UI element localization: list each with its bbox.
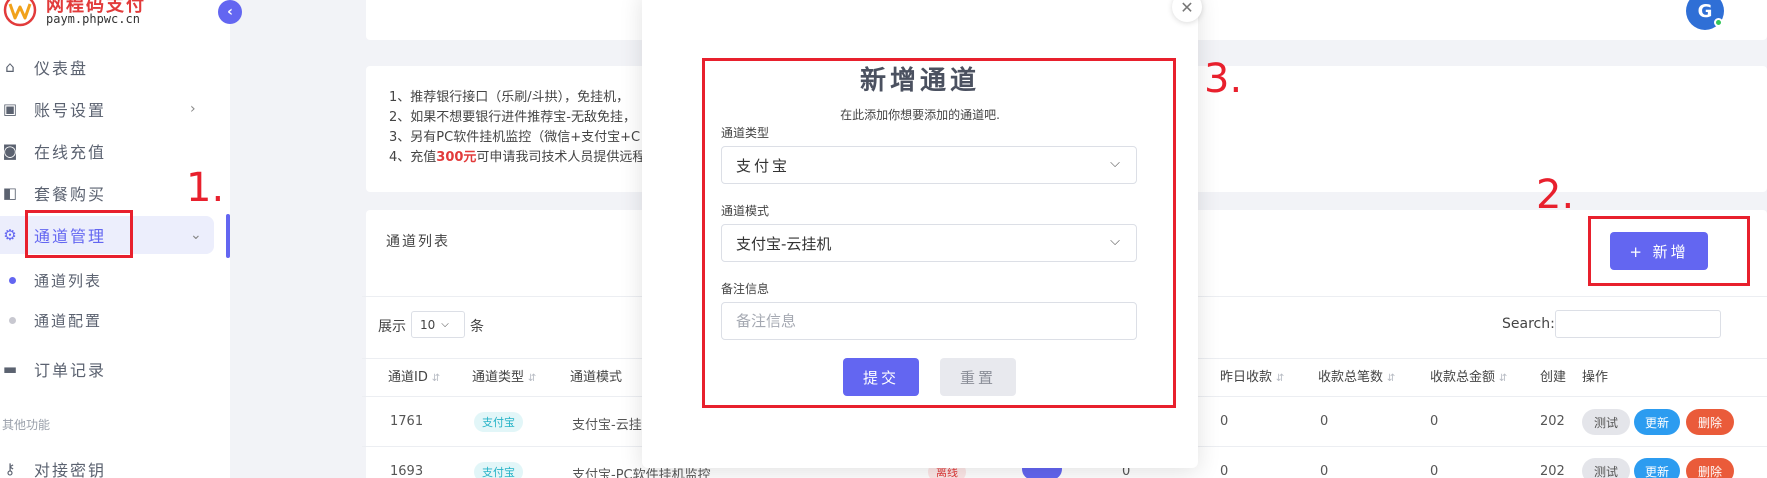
column-header-type[interactable]: 通道类型 ⇵ — [472, 366, 536, 385]
cell-count: 0 — [1320, 414, 1329, 429]
sidebar-item-label: 仪表盘 — [34, 59, 89, 78]
shopping-bag-icon: ◧ — [2, 184, 20, 202]
bullet-icon — [9, 316, 16, 324]
sort-icon: ⇵ — [1499, 373, 1508, 384]
sidebar-item-label: 账号设置 — [34, 101, 107, 120]
sidebar-item-label: 对接密钥 — [34, 461, 107, 478]
account-card-icon: ▣ — [2, 100, 20, 118]
annotation-box-step3 — [702, 58, 1176, 408]
test-button[interactable]: 测试 — [1582, 458, 1630, 478]
chevron-down-icon: ⌵ — [441, 319, 449, 330]
page-size-unit: 条 — [470, 319, 484, 335]
cell-id: 1693 — [390, 464, 424, 478]
sidebar-item-package-purchase[interactable]: ◧ 套餐购买 — [0, 174, 214, 212]
test-button[interactable]: 测试 — [1582, 409, 1630, 435]
column-header-created[interactable]: 创建 — [1540, 366, 1566, 385]
page-size-select[interactable]: 10 ⌵ — [411, 311, 465, 338]
chevron-down-icon: ⌄ — [190, 227, 204, 243]
sidebar-subitem-label: 通道列表 — [34, 271, 103, 290]
sort-icon: ⇵ — [528, 373, 537, 384]
section-title-other: 其他功能 — [2, 418, 51, 432]
sort-icon: ⇵ — [431, 373, 441, 384]
notice-amount: 300元 — [436, 150, 477, 165]
channel-type-badge: 支付宝 — [474, 412, 523, 432]
cell-created: 202 — [1540, 464, 1565, 478]
delete-button[interactable]: 删除 — [1686, 409, 1734, 435]
home-icon: ⌂ — [5, 58, 17, 76]
cell-amount: 0 — [1430, 464, 1439, 478]
sidebar-item-dashboard[interactable]: ⌂ 仪表盘 — [0, 48, 214, 86]
sidebar-collapse-button[interactable]: ‹ — [218, 0, 242, 24]
camera-icon: ◙ — [2, 142, 20, 160]
sidebar-item-label: 订单记录 — [34, 361, 107, 380]
channel-type-badge: 支付宝 — [474, 462, 523, 478]
update-button[interactable]: 更新 — [1634, 409, 1680, 435]
key-icon: ⚷ — [4, 460, 18, 478]
annotation-step3: 3. — [1204, 56, 1243, 102]
cell-count: 0 — [1320, 464, 1329, 478]
cell-id: 1761 — [390, 414, 424, 429]
sidebar-item-online-recharge[interactable]: ◙ 在线充值 — [0, 132, 214, 170]
cell-amount: 0 — [1430, 414, 1439, 429]
column-header-ops: 操作 — [1582, 370, 1609, 385]
delete-button[interactable]: 删除 — [1686, 458, 1734, 478]
column-header-count[interactable]: 收款总笔数 ⇵ — [1318, 366, 1395, 385]
sort-icon: ⇵ — [1276, 373, 1285, 384]
channel-list-title: 通道列表 — [386, 234, 450, 250]
brand-logo-icon — [3, 0, 37, 27]
sidebar-item-account-settings[interactable]: ▣ 账号设置 › — [0, 90, 214, 128]
sidebar-item-api-key[interactable]: ⚷ 对接密钥 — [0, 450, 214, 478]
search-label: Search: — [1502, 316, 1555, 332]
annotation-box-step1 — [25, 210, 133, 258]
search-input[interactable] — [1555, 310, 1721, 338]
update-button[interactable]: 更新 — [1634, 458, 1680, 478]
brand-subtitle: paym.phpwc.cn — [46, 12, 140, 26]
cell-yesterday: 0 — [1220, 464, 1229, 478]
sidebar-item-label: 在线充值 — [34, 143, 107, 162]
column-header-id[interactable]: 通道ID ⇵ — [388, 366, 440, 385]
sidebar-subitem-label: 通道配置 — [34, 311, 103, 330]
column-header-amount[interactable]: 收款总金额 ⇵ — [1430, 366, 1507, 385]
annotation-step2: 2. — [1536, 172, 1575, 218]
page-size-label: 展示 — [378, 319, 406, 335]
sidebar-item-label: 套餐购买 — [34, 185, 107, 204]
online-status-icon — [1714, 18, 1723, 27]
column-header-mode[interactable]: 通道模式 — [570, 366, 622, 385]
active-indicator — [226, 214, 230, 258]
wallet-icon: ▬ — [2, 360, 20, 378]
column-header-yesterday[interactable]: 昨日收款 ⇵ — [1220, 366, 1284, 385]
sidebar-item-order-records[interactable]: ▬ 订单记录 — [0, 350, 214, 388]
sort-icon: ⇵ — [1387, 373, 1396, 384]
annotation-box-step2 — [1588, 216, 1750, 286]
cell-yesterday: 0 — [1220, 414, 1229, 429]
cell-created: 202 — [1540, 414, 1565, 429]
gear-icon: ⚙ — [3, 226, 19, 244]
bullet-icon — [9, 276, 16, 284]
annotation-step1: 1. — [186, 165, 225, 211]
chevron-right-icon: › — [190, 101, 198, 117]
